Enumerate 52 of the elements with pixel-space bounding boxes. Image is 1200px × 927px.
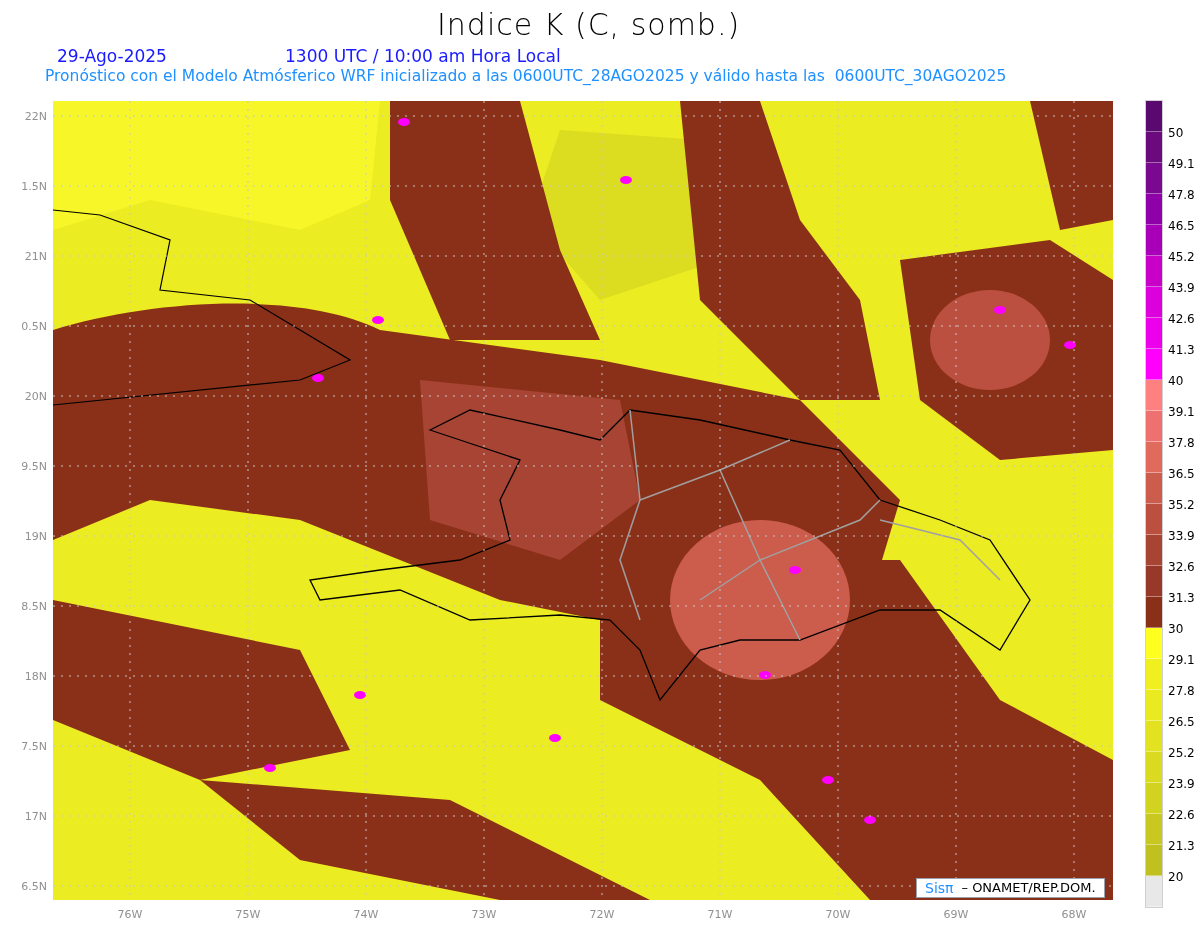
latitude-label: 0.5N bbox=[21, 320, 47, 333]
longitude-label: 72W bbox=[589, 908, 615, 921]
latitude-label: 8.5N bbox=[21, 600, 47, 613]
scale-value-label: 30 bbox=[1168, 623, 1184, 635]
longitude-label: 76W bbox=[117, 908, 143, 921]
latitude-label: 21N bbox=[24, 250, 47, 263]
chart-title: Indice K (C, somb.) bbox=[437, 6, 741, 44]
scale-value-label: 40 bbox=[1168, 375, 1184, 387]
longitude-label: 68W bbox=[1061, 908, 1087, 921]
scale-value-label: 50 bbox=[1168, 127, 1184, 139]
scale-value-label: 23.9 bbox=[1168, 778, 1195, 790]
scale-value-label: 20 bbox=[1168, 871, 1184, 883]
scale-value-label: 36.5 bbox=[1168, 468, 1195, 480]
forecast-subtitle: Pronóstico con el Modelo Atmósferico WRF inicializado a las 0600UTC_28AGO2025 y válido hasta las 0600UTC_30AGO2025 bbox=[45, 66, 1007, 87]
scale-value-label: 27.8 bbox=[1168, 685, 1195, 697]
scale-value-label: 29.1 bbox=[1168, 654, 1195, 666]
forecast-date: 29-Ago-2025 bbox=[57, 45, 167, 68]
scale-value-label: 42.6 bbox=[1168, 313, 1195, 325]
longitude-label: 74W bbox=[353, 908, 379, 921]
scale-value-label: 46.5 bbox=[1168, 220, 1195, 232]
brand-label: Sisπ bbox=[925, 878, 954, 898]
latitude-label: 20N bbox=[24, 390, 47, 403]
scale-value-label: 45.2 bbox=[1168, 251, 1195, 263]
latitude-label: 7.5N bbox=[21, 740, 47, 753]
scale-value-label: 26.5 bbox=[1168, 716, 1195, 728]
scale-value-label: 32.6 bbox=[1168, 561, 1195, 573]
longitude-label: 73W bbox=[471, 908, 497, 921]
longitude-label: 75W bbox=[235, 908, 261, 921]
scale-value-label: 41.3 bbox=[1168, 344, 1195, 356]
longitude-label: 69W bbox=[943, 908, 969, 921]
scale-value-label: 21.3 bbox=[1168, 840, 1195, 852]
latitude-label: 1.5N bbox=[21, 180, 47, 193]
scale-value-label: 43.9 bbox=[1168, 282, 1195, 294]
scale-value-label: 22.6 bbox=[1168, 809, 1195, 821]
latitude-label: 17N bbox=[24, 810, 47, 823]
scale-value-label: 33.9 bbox=[1168, 530, 1195, 542]
credit-label: – ONAMET/REP.DOM. bbox=[961, 879, 1096, 898]
latitude-label: 22N bbox=[24, 110, 47, 123]
scale-value-label: 37.8 bbox=[1168, 437, 1195, 449]
latitude-label: 19N bbox=[24, 530, 47, 543]
longitude-label: 70W bbox=[825, 908, 851, 921]
forecast-time: 1300 UTC / 10:00 am Hora Local bbox=[285, 45, 561, 68]
scale-value-label: 31.3 bbox=[1168, 592, 1195, 604]
scale-value-label: 25.2 bbox=[1168, 747, 1195, 759]
latitude-label: 18N bbox=[24, 670, 47, 683]
scale-value-label: 39.1 bbox=[1168, 406, 1195, 418]
scale-value-label: 49.1 bbox=[1168, 158, 1195, 170]
scale-value-label: 35.2 bbox=[1168, 499, 1195, 511]
scale-value-label: 47.8 bbox=[1168, 189, 1195, 201]
latitude-label: 9.5N bbox=[21, 460, 47, 473]
longitude-label: 71W bbox=[707, 908, 733, 921]
latitude-label: 6.5N bbox=[21, 880, 47, 893]
